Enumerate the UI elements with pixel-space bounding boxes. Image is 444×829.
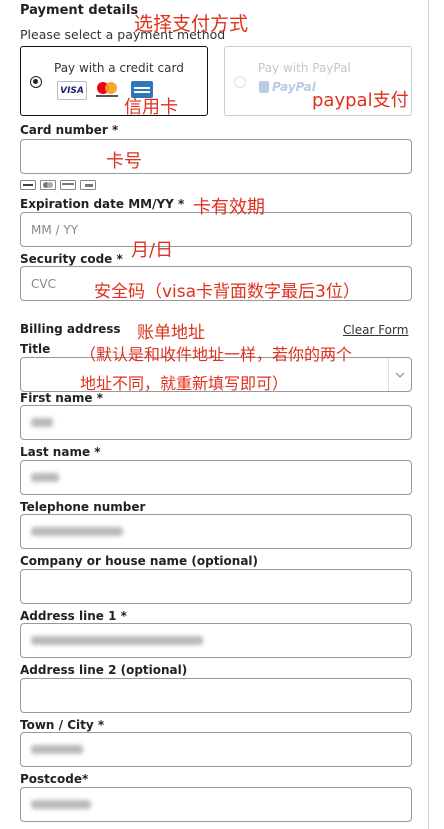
title-label: Title — [20, 342, 51, 356]
page-right-edge — [428, 0, 429, 829]
town-city-input[interactable] — [20, 732, 412, 767]
card-number-input[interactable] — [20, 139, 412, 174]
first-name-input[interactable] — [20, 405, 412, 440]
annotation-expiry: 卡有效期 — [193, 197, 265, 218]
mastercard-logo-icon — [93, 81, 121, 98]
card-icon — [80, 180, 96, 190]
security-code-label: Security code * — [20, 252, 123, 266]
telephone-input[interactable] — [20, 514, 412, 549]
card-number-label: Card number * — [20, 123, 119, 137]
annotation-select-method: 选择支付方式 — [134, 13, 249, 35]
credit-card-option-label: Pay with a credit card — [54, 61, 184, 75]
billing-address-heading: Billing address — [20, 322, 121, 336]
paypal-radio[interactable] — [234, 76, 246, 88]
annotation-billing-note-1: （默认是和收件地址一样，若你的两个 — [80, 345, 353, 364]
address-line-2-label: Address line 2 (optional) — [20, 663, 188, 677]
address-line-1-label: Address line 1 * — [20, 609, 127, 623]
company-label: Company or house name (optional) — [20, 554, 259, 568]
postcode-label: Postcode* — [20, 772, 89, 786]
card-icon — [60, 180, 76, 190]
credit-card-radio[interactable] — [30, 76, 42, 88]
annotation-security-code: 安全码（visa卡背面数字最后3位） — [94, 282, 360, 302]
annotation-paypal: paypal支付 — [312, 90, 409, 111]
chevron-down-icon[interactable] — [388, 358, 411, 391]
visa-icon — [20, 180, 36, 190]
visa-logo-icon: VISA — [57, 81, 87, 100]
address-line-1-input[interactable] — [20, 623, 412, 658]
postcode-input[interactable] — [20, 787, 412, 822]
clear-form-link[interactable]: Clear Form — [343, 323, 408, 337]
redacted-value — [31, 527, 123, 536]
company-input[interactable] — [20, 569, 412, 604]
telephone-label: Telephone number — [20, 500, 146, 514]
redacted-value — [31, 800, 91, 809]
redacted-value — [31, 418, 53, 427]
payment-details-heading: Payment details — [20, 3, 139, 18]
annotation-billing: 账单地址 — [137, 323, 205, 343]
credit-card-option[interactable]: Pay with a credit card VISA — [20, 46, 208, 116]
annotation-credit-card: 信用卡 — [124, 97, 178, 118]
expiration-date-label: Expiration date MM/YY * — [20, 197, 185, 211]
redacted-value — [31, 745, 83, 754]
annotation-billing-note-2: 地址不同，就重新填写即可） — [80, 374, 289, 393]
annotation-card-number: 卡号 — [106, 151, 142, 172]
address-line-2-input[interactable] — [20, 678, 412, 713]
card-icons-row — [20, 180, 96, 190]
redacted-value — [31, 636, 203, 645]
last-name-input[interactable] — [20, 460, 412, 495]
redacted-value — [31, 473, 59, 482]
last-name-label: Last name * — [20, 445, 101, 459]
paypal-logo-icon: PayPal — [259, 80, 316, 94]
mastercard-icon — [40, 180, 56, 190]
town-city-label: Town / City * — [20, 718, 105, 732]
annotation-month-day: 月/日 — [131, 240, 174, 261]
paypal-option-label: Pay with PayPal — [258, 61, 351, 75]
